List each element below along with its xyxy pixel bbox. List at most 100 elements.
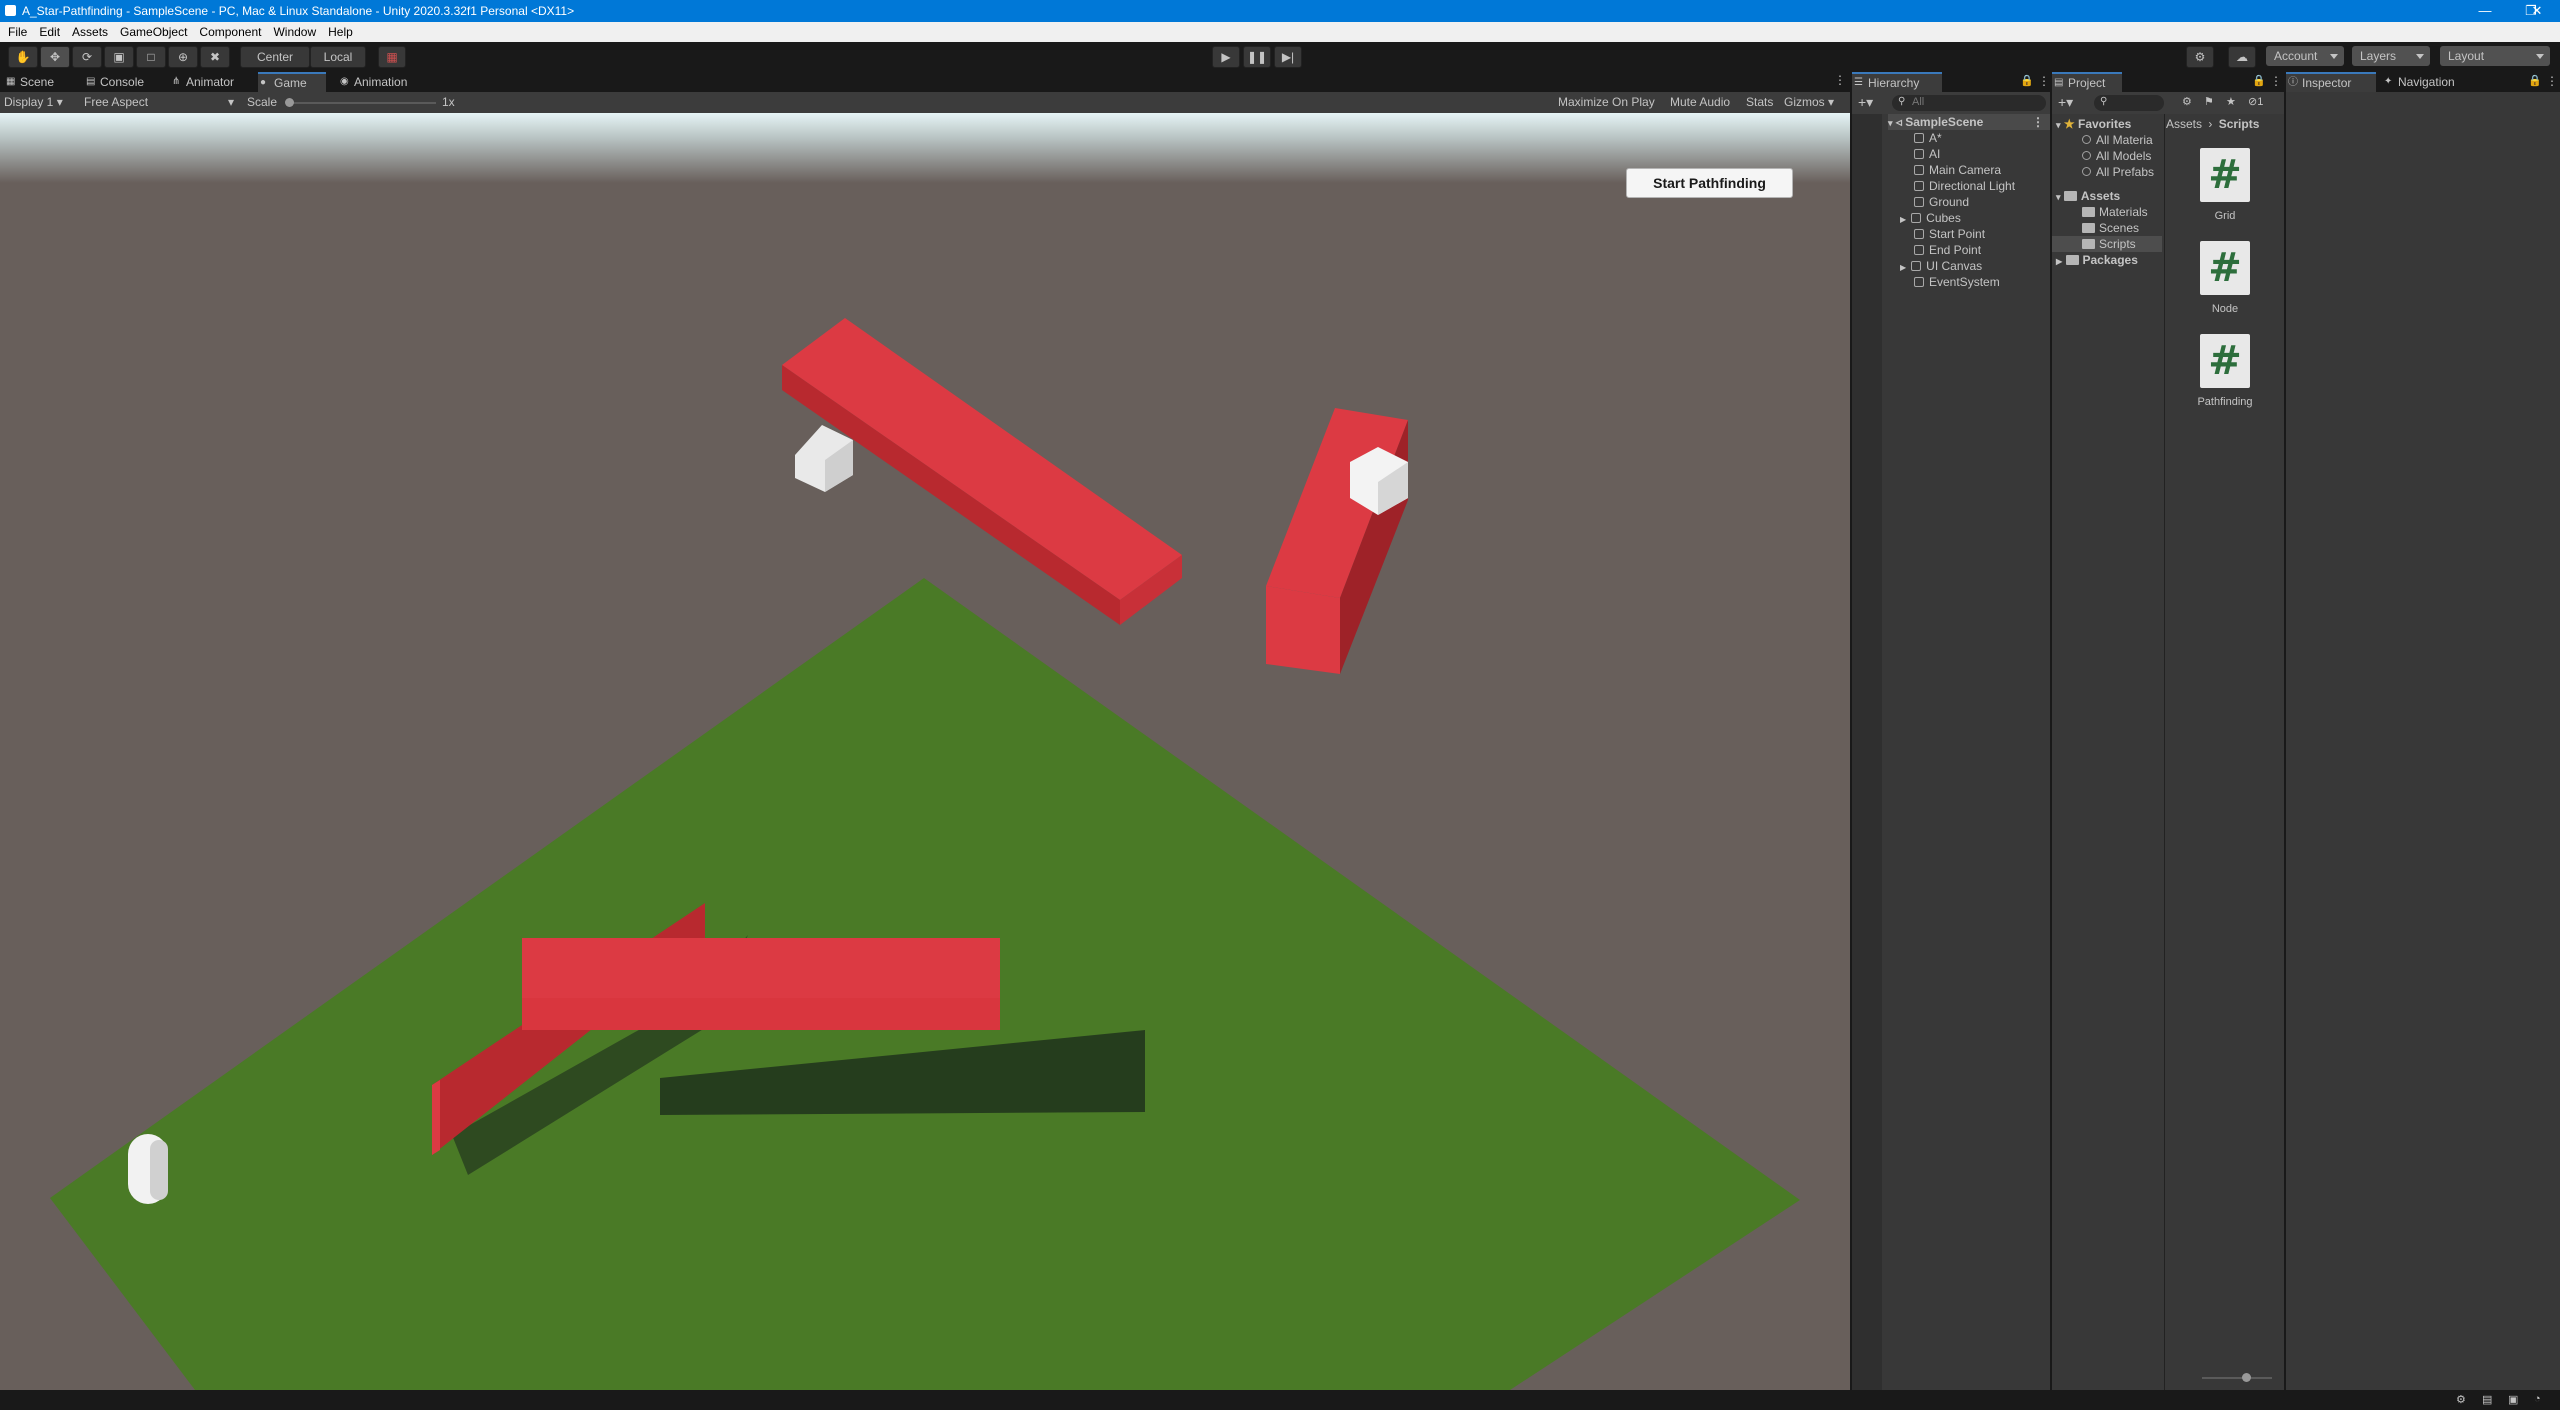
- hierarchy-item[interactable]: Directional Light: [1914, 178, 2015, 194]
- aspect-dropdown[interactable]: Free Aspect ▾: [84, 92, 234, 113]
- hierarchy-item[interactable]: ▶ Cubes: [1900, 210, 1961, 226]
- pause-button[interactable]: ❚❚: [1243, 46, 1271, 68]
- more-options-icon[interactable]: ⋮: [1834, 73, 1846, 87]
- hand-tool-button[interactable]: ✋: [8, 46, 38, 68]
- hierarchy-search-input[interactable]: ⚲ All: [1892, 95, 2046, 111]
- play-button[interactable]: ▶: [1212, 46, 1240, 68]
- hierarchy-item[interactable]: ▶ UI Canvas: [1900, 258, 1982, 274]
- folder-item[interactable]: Materials: [2082, 204, 2148, 220]
- cache-icon[interactable]: ▣: [2508, 1393, 2518, 1406]
- search-icon: [2082, 167, 2091, 176]
- sky-gradient: [0, 113, 1850, 183]
- hierarchy-scene-row[interactable]: ▾ ◃ SampleScene ⋮: [1888, 114, 2050, 130]
- start-pathfinding-button[interactable]: Start Pathfinding: [1626, 168, 1793, 198]
- pivot-center-button[interactable]: Center: [240, 46, 310, 68]
- folder-item-selected[interactable]: Scripts: [2052, 236, 2162, 252]
- custom-tool-button[interactable]: ✖: [200, 46, 230, 68]
- menu-edit[interactable]: Edit: [33, 22, 66, 42]
- mute-audio-toggle[interactable]: Mute Audio: [1670, 92, 1730, 113]
- favorite-star-icon[interactable]: ★: [2226, 95, 2236, 108]
- debug-icon[interactable]: ⚙: [2456, 1393, 2466, 1406]
- menu-assets[interactable]: Assets: [66, 22, 114, 42]
- scale-tool-button[interactable]: ▣: [104, 46, 134, 68]
- tab-animator[interactable]: ⋔ Animator: [170, 72, 262, 92]
- cs-script-file[interactable]: #: [2200, 241, 2250, 295]
- hierarchy-item[interactable]: Ground: [1914, 194, 1969, 210]
- menu-gameobject[interactable]: GameObject: [114, 22, 193, 42]
- account-dropdown[interactable]: Account: [2266, 46, 2344, 66]
- progress-icon[interactable]: ◔: [2534, 1393, 2541, 1405]
- scale-slider-track[interactable]: [286, 102, 436, 104]
- game-viewport[interactable]: Start Pathfinding: [0, 113, 1850, 1390]
- icon-size-slider-handle[interactable]: [2242, 1373, 2251, 1382]
- hierarchy-item[interactable]: Main Camera: [1914, 162, 2001, 178]
- menu-help[interactable]: Help: [322, 22, 359, 42]
- tab-inspector[interactable]: ⓘ Inspector: [2286, 72, 2376, 92]
- transform-tool-button[interactable]: ⊕: [168, 46, 198, 68]
- hierarchy-item[interactable]: EventSystem: [1914, 274, 2000, 290]
- create-asset-button[interactable]: +▾: [2058, 94, 2073, 111]
- rotate-tool-button[interactable]: ⟳: [72, 46, 102, 68]
- more-options-icon[interactable]: ⋮: [2038, 74, 2050, 88]
- hierarchy-item[interactable]: End Point: [1914, 242, 1981, 258]
- menu-window[interactable]: Window: [267, 22, 322, 42]
- favorite-item[interactable]: All Materia: [2082, 132, 2153, 148]
- layers-dropdown[interactable]: Layers: [2352, 46, 2430, 66]
- services-button[interactable]: ⚙: [2186, 46, 2214, 68]
- step-button[interactable]: ▶|: [1274, 46, 1302, 68]
- tab-game[interactable]: ● Game: [258, 72, 326, 92]
- favorite-item[interactable]: All Models: [2082, 148, 2151, 164]
- tab-scene[interactable]: ▦ Scene: [4, 72, 82, 92]
- favorites-section[interactable]: ▾ ★ Favorites: [2056, 116, 2131, 132]
- hierarchy-item[interactable]: AI: [1914, 146, 1940, 162]
- network-icon[interactable]: ▤: [2482, 1393, 2492, 1406]
- minimize-button[interactable]: —: [2462, 0, 2508, 22]
- move-tool-button[interactable]: ✥: [40, 46, 70, 68]
- lock-icon[interactable]: 🔒: [2252, 74, 2266, 87]
- maximize-on-play-toggle[interactable]: Maximize On Play: [1558, 92, 1655, 113]
- lock-icon[interactable]: 🔒: [2020, 74, 2034, 87]
- rect-tool-button[interactable]: □: [136, 46, 166, 68]
- favorite-item[interactable]: All Prefabs: [2082, 164, 2154, 180]
- folder-item[interactable]: Scenes: [2082, 220, 2139, 236]
- collab-button[interactable]: ☁: [2228, 46, 2256, 68]
- tab-animation[interactable]: ◉ Animation: [338, 72, 444, 92]
- cs-script-file[interactable]: #: [2200, 148, 2250, 202]
- tab-console[interactable]: ▤ Console: [84, 72, 170, 92]
- breadcrumb-root[interactable]: Assets: [2166, 117, 2202, 131]
- menu-component[interactable]: Component: [193, 22, 267, 42]
- project-search-input[interactable]: ⚲: [2094, 95, 2164, 111]
- scale-slider-handle[interactable]: [285, 98, 294, 107]
- tools-icon: ✖: [209, 50, 221, 64]
- cs-script-file[interactable]: #: [2200, 334, 2250, 388]
- layout-dropdown[interactable]: Layout: [2440, 46, 2550, 66]
- lock-icon[interactable]: 🔒: [2528, 74, 2542, 87]
- play-icon: ▶: [1221, 50, 1231, 64]
- gizmos-dropdown[interactable]: Gizmos ▾: [1784, 92, 1834, 113]
- close-button[interactable]: ✕: [2514, 0, 2560, 22]
- packages-folder[interactable]: ▶ Packages: [2056, 252, 2138, 268]
- tab-navigation[interactable]: ✦ Navigation: [2382, 72, 2488, 92]
- more-options-icon[interactable]: ⋮: [2546, 74, 2558, 88]
- hierarchy-item[interactable]: A*: [1914, 130, 1942, 146]
- icon-size-slider[interactable]: [2202, 1377, 2272, 1379]
- tab-project[interactable]: ▤ Project: [2052, 72, 2122, 92]
- tab-hierarchy[interactable]: ☰ Hierarchy: [1852, 72, 1942, 92]
- search-by-type-icon[interactable]: ⚙: [2182, 95, 2192, 108]
- hidden-packages-icon[interactable]: ⊘1: [2248, 95, 2263, 108]
- stats-toggle[interactable]: Stats: [1746, 92, 1773, 113]
- more-options-icon[interactable]: ⋮: [2270, 74, 2282, 88]
- menu-file[interactable]: File: [0, 22, 33, 42]
- display-dropdown[interactable]: Display 1 ▾: [4, 92, 63, 113]
- hierarchy-item-label: Ground: [1929, 195, 1970, 209]
- more-options-icon[interactable]: ⋮: [2032, 114, 2044, 130]
- file-label: Grid: [2214, 210, 2236, 222]
- grid-snap-button[interactable]: ▦: [378, 46, 406, 68]
- add-object-button[interactable]: +▾: [1858, 94, 1873, 111]
- search-by-label-icon[interactable]: ⚑: [2204, 95, 2214, 108]
- pivot-local-button[interactable]: Local: [310, 46, 366, 68]
- hierarchy-item-label: End Point: [1929, 243, 1982, 257]
- breadcrumb-current[interactable]: Scripts: [2219, 117, 2260, 131]
- hierarchy-item[interactable]: Start Point: [1914, 226, 1985, 242]
- assets-folder[interactable]: ▾ Assets: [2056, 188, 2120, 204]
